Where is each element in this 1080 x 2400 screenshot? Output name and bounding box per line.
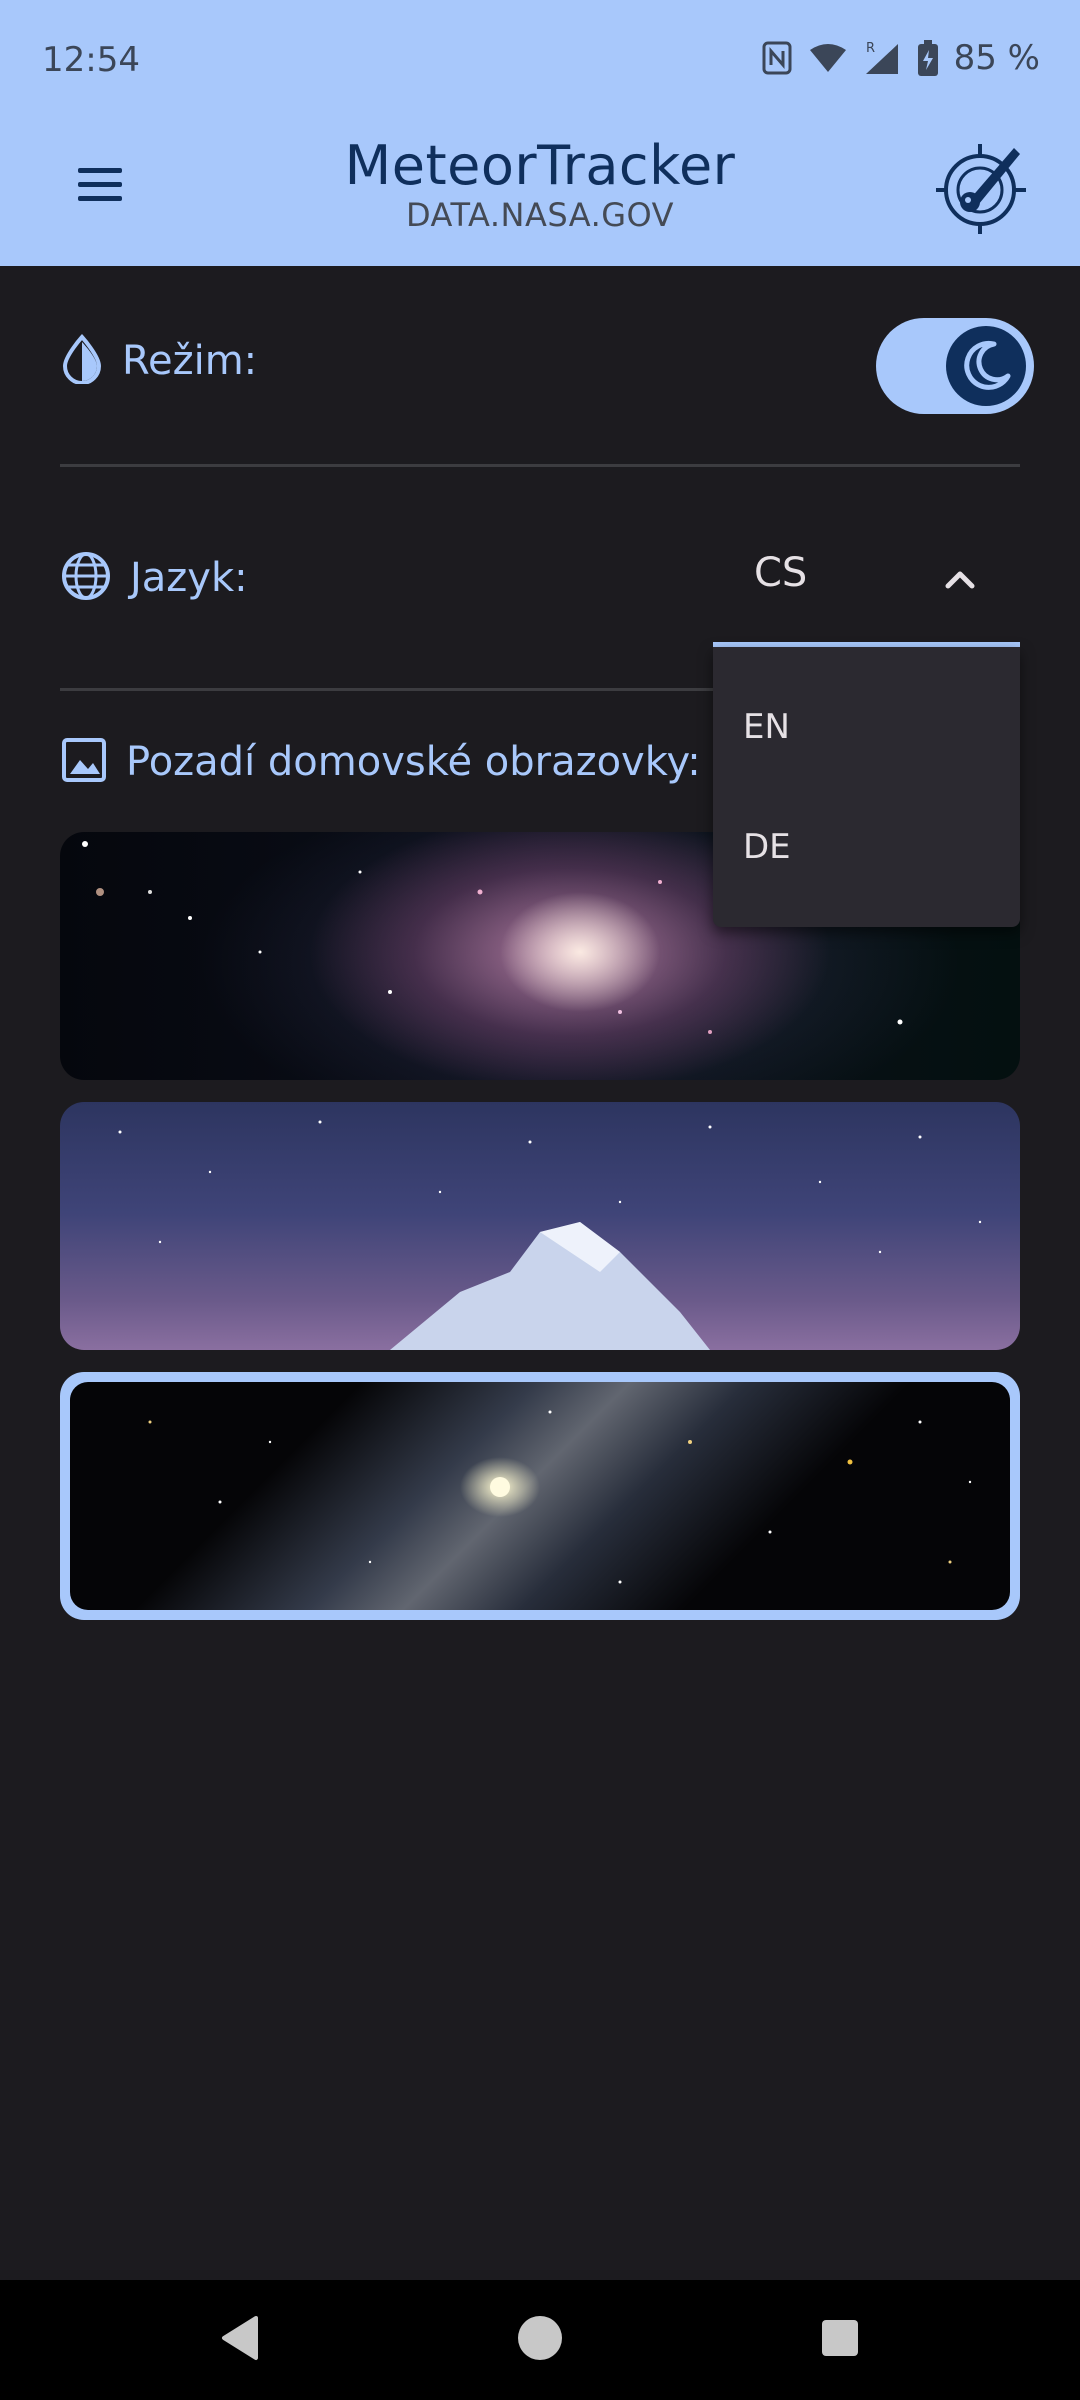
home-icon[interactable]: [512, 2310, 568, 2370]
settings-screen: 12:54 R 85 % MeteorTracker DATA.NASA.GOV…: [0, 0, 1080, 2400]
language-option-en[interactable]: EN: [743, 707, 790, 747]
chevron-up-icon[interactable]: [940, 560, 980, 596]
language-dropdown-menu: EN DE: [713, 647, 1020, 927]
meteor-target-logo: [934, 140, 1030, 236]
moon-icon: [958, 336, 1014, 396]
mode-label: Režim:: [122, 338, 258, 384]
recents-icon[interactable]: [816, 2310, 864, 2370]
nfc-icon: [762, 41, 792, 75]
status-icons: R 85 %: [762, 38, 1040, 78]
image-icon: [60, 736, 108, 788]
app-title: MeteorTracker: [344, 134, 736, 197]
svg-text:R: R: [866, 41, 875, 56]
wallpaper-thumbnail-andromeda-galaxy[interactable]: [70, 1382, 1010, 1610]
status-time: 12:54: [42, 40, 140, 80]
drop-icon: [60, 334, 104, 388]
language-option-de[interactable]: DE: [743, 827, 791, 867]
system-nav-bar: [0, 2280, 1080, 2400]
back-icon[interactable]: [216, 2310, 264, 2370]
wallpaper-label: Pozadí domovské obrazovky:: [126, 739, 701, 785]
divider: [60, 464, 1020, 467]
language-row: Jazyk:: [60, 550, 1020, 606]
battery-level: 85 %: [953, 38, 1040, 78]
app-subtitle: DATA.NASA.GOV: [405, 196, 675, 234]
wallpaper-thumbnail-mountain-night-sky[interactable]: [60, 1102, 1020, 1350]
globe-icon: [60, 550, 112, 606]
dark-mode-toggle[interactable]: [876, 318, 1034, 414]
language-label: Jazyk:: [130, 555, 248, 601]
wifi-icon: [808, 42, 848, 74]
toggle-knob: [946, 326, 1026, 406]
language-selected-value[interactable]: CS: [754, 550, 807, 596]
battery-charging-icon: [917, 40, 938, 76]
app-header: 12:54 R 85 % MeteorTracker DATA.NASA.GOV: [0, 0, 1080, 266]
signal-roaming-icon: R: [864, 40, 902, 76]
